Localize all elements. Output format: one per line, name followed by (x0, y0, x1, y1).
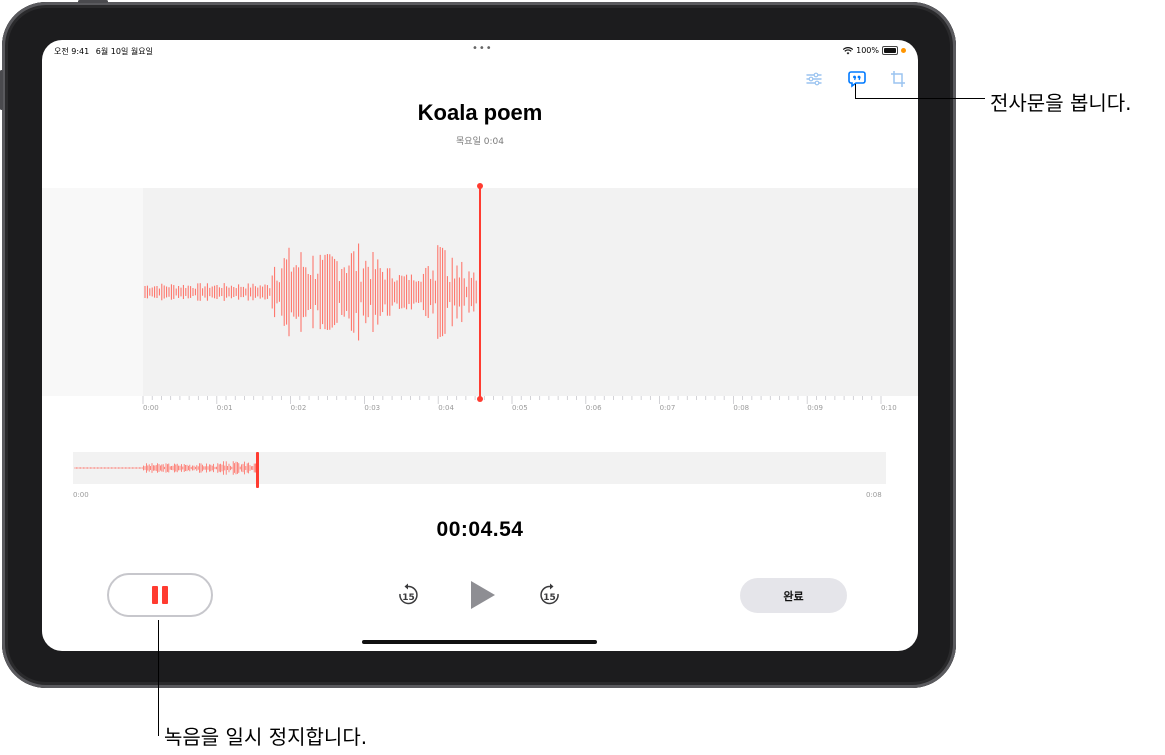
timeline-tick-label: 0:02 (290, 404, 307, 412)
overview-waveform (74, 461, 257, 475)
timeline-tick-label: 0:00 (143, 404, 159, 412)
sliders-icon (806, 72, 822, 86)
timeline-tick-label: 0:08 (733, 404, 750, 412)
screen: 오전 9:41 6월 10일 월요일 ••• 100% Koala poem 목… (42, 40, 918, 651)
trim-button[interactable] (887, 68, 909, 90)
status-time: 오전 9:41 (54, 47, 90, 56)
callout-pause: 녹음을 일시 정지합니다. (164, 725, 368, 749)
pause-button[interactable] (107, 573, 213, 617)
pause-icon (152, 586, 158, 604)
home-indicator[interactable] (362, 640, 597, 644)
recording-subtitle: 목요일 0:04 (456, 137, 504, 147)
overview-track[interactable] (73, 452, 886, 484)
elapsed-time: 00:04.54 (436, 518, 524, 541)
callout-line-transcript-h (855, 98, 985, 99)
skip-back-15-icon: 15 (399, 583, 418, 605)
timeline-tick-label: 0:07 (659, 404, 676, 412)
status-date: 6월 10일 월요일 (95, 47, 153, 56)
play-icon (471, 581, 495, 609)
status-time-date: 오전 9:41 6월 10일 월요일 (54, 46, 153, 57)
play-button[interactable] (465, 580, 499, 610)
top-button (78, 0, 108, 3)
timeline-tick-label: 0:05 (512, 404, 528, 412)
recording-indicator-dot (901, 48, 906, 53)
overview-start-label: 0:00 (73, 491, 89, 499)
multitasking-dots[interactable]: ••• (472, 43, 493, 54)
wifi-icon (843, 46, 854, 54)
timeline-tick-label: 0:10 (881, 404, 897, 412)
callout-transcript: 전사문을 봅니다. (990, 91, 1132, 115)
skip-forward-button[interactable]: 15 (535, 580, 565, 610)
pause-icon-bar (162, 586, 168, 604)
callout-line-pause (158, 620, 159, 736)
skip-forward-15-icon: 15 (540, 583, 559, 605)
transcript-button[interactable] (846, 68, 868, 90)
timeline-tick-label: 0:04 (438, 404, 454, 412)
options-button[interactable] (803, 68, 825, 90)
battery-icon (882, 46, 898, 55)
battery-percent: 100% (856, 46, 879, 55)
overview-playhead[interactable] (256, 452, 259, 488)
crop-icon (891, 71, 905, 87)
playhead[interactable] (477, 183, 483, 402)
skip-back-button[interactable]: 15 (393, 580, 423, 610)
timeline-tick-label: 0:03 (364, 404, 381, 412)
transcript-quote-icon (848, 71, 866, 88)
status-bar: 오전 9:41 6월 10일 월요일 ••• 100% (42, 40, 918, 62)
callout-line-transcript-v (855, 84, 856, 98)
timeline-tick-label: 0:01 (216, 404, 233, 412)
recording-title[interactable]: Koala poem (42, 100, 918, 126)
volume-button (0, 70, 3, 110)
timeline-ticks (142, 396, 882, 404)
skip-back-label: 15 (402, 593, 415, 603)
skip-forward-label: 15 (543, 593, 556, 603)
done-button[interactable]: 완료 (740, 578, 847, 613)
status-right: 100% (843, 46, 906, 55)
timeline-tick-label: 0:06 (585, 404, 602, 412)
timeline-tick-label: 0:09 (807, 404, 823, 412)
overview-end-label: 0:08 (866, 491, 882, 499)
